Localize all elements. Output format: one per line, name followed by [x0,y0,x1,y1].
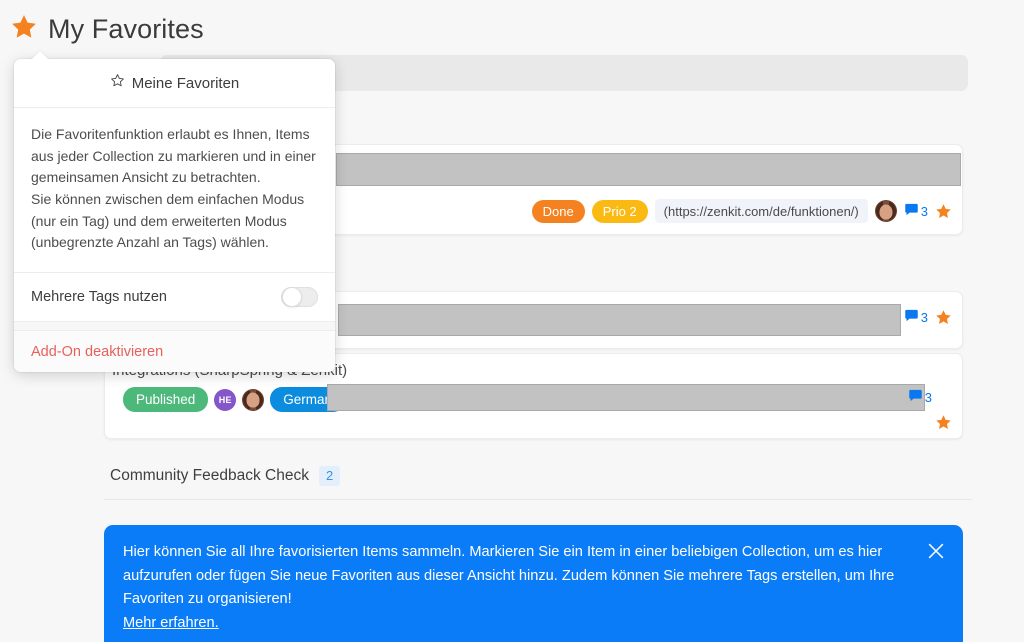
favorite-star-icon[interactable] [935,309,952,326]
card-meta-row: 3 [904,308,952,326]
multiple-tags-row[interactable]: Mehrere Tags nutzen [14,273,335,323]
favorites-page: My Favorites Done Prio 2 (https://zenkit… [0,0,1024,642]
section-header[interactable]: Community Feedback Check 2 [110,466,341,486]
avatar-face [879,204,893,220]
popup-description-1: Die Favoritenfunktion erlaubt es Ihnen, … [31,126,316,186]
section-title: Community Feedback Check [110,466,309,484]
content-placeholder-bar [338,304,901,336]
card-tag-row: Published HE German [123,387,346,412]
multiple-tags-label: Mehrere Tags nutzen [31,289,167,306]
comment-count: 3 [920,309,928,325]
avatar[interactable] [874,200,897,222]
content-placeholder-bar [327,384,925,411]
popup-header: Meine Favoriten [14,59,335,108]
page-title: My Favorites [48,13,204,44]
popup-arrow [31,51,49,60]
multiple-tags-toggle[interactable] [281,287,318,308]
status-badge-published[interactable]: Published [123,387,209,412]
toggle-knob [282,287,302,308]
comment-icon [904,202,919,220]
popup-description-body: Die Favoritenfunktion erlaubt es Ihnen, … [14,108,335,274]
info-banner-text: Hier können Sie all Ihre favorisierten I… [123,544,895,608]
comment-count-group[interactable]: 3 [908,388,932,406]
member-initials-avatar[interactable]: HE [214,388,237,411]
comment-count: 3 [920,203,928,219]
content-placeholder-bar [336,153,961,186]
comment-count-group[interactable]: 3 [904,202,928,220]
card-meta-row: Done Prio 2 (https://zenkit.com/de/funkt… [531,199,952,223]
learn-more-link[interactable]: Mehr erfahren. [123,615,219,631]
star-icon[interactable] [10,13,38,45]
url-chip[interactable]: (https://zenkit.com/de/funktionen/) [654,199,868,223]
section-count-badge: 2 [319,466,341,486]
favorites-addon-popup: Meine Favoriten Die Favoritenfunktion er… [14,51,335,373]
priority-badge[interactable]: Prio 2 [591,199,648,223]
comment-icon [908,388,923,406]
close-icon[interactable] [925,540,947,562]
avatar-face [246,392,260,408]
page-title-row: My Favorites [10,8,204,50]
deactivate-addon-button[interactable]: Add-On deaktivieren [31,344,163,360]
favorite-star-icon[interactable] [935,414,952,431]
favorite-star-icon[interactable] [935,203,952,220]
popup-description-2: Sie können zwischen dem einfachen Modus … [31,191,305,251]
popup-title: Meine Favoriten [131,74,240,92]
popup-divider-strip [14,322,335,332]
comment-count-group[interactable]: 3 [904,308,928,326]
section-divider [104,499,972,500]
popup-footer: Add-On deaktivieren [14,331,335,373]
info-banner: Hier können Sie all Ihre favorisierten I… [104,525,963,642]
comment-icon [904,308,919,326]
status-badge-done[interactable]: Done [531,199,585,223]
comment-count: 3 [924,389,932,405]
avatar[interactable] [242,388,265,411]
star-outline-icon [110,73,125,93]
